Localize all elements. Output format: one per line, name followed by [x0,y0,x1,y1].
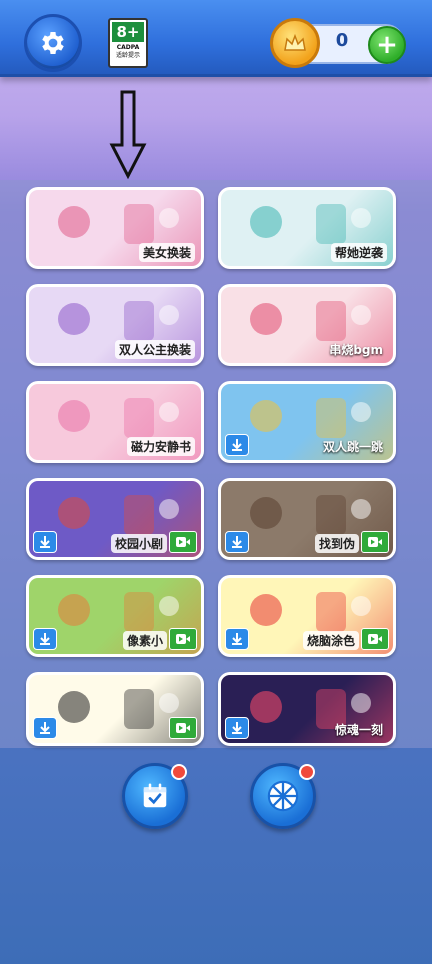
game-thumbnail: 帮她逆袭 [221,190,393,266]
gear-icon [42,32,64,54]
game-title: 惊魂一刻 [334,723,383,737]
download-icon[interactable] [33,628,57,650]
age-org: CADPA [116,44,140,51]
game-title: 找到伪 [314,534,359,553]
game-card[interactable]: 找到伪 [218,478,396,560]
game-title: 双人跳一跳 [322,440,383,454]
game-card[interactable] [26,672,204,746]
game-card[interactable]: 烧脑涂色 [218,575,396,657]
video-ad-icon[interactable] [169,628,197,650]
settings-button[interactable] [24,14,82,72]
video-ad-icon[interactable] [169,531,197,553]
game-card[interactable]: 校园小剧 [26,478,204,560]
download-icon[interactable] [225,434,249,456]
age-note: 适龄提示 [115,52,140,59]
download-icon[interactable] [225,717,249,739]
game-title: 校园小剧 [110,534,167,553]
game-thumbnail: 烧脑涂色 [221,578,393,654]
game-title: 帮她逆袭 [330,243,387,262]
game-thumbnail: 像素小 [29,578,201,654]
game-thumbnail: 美女换装 [29,190,201,266]
game-thumbnail: 双人跳一跳 [221,384,393,460]
down-arrow-icon [109,90,147,180]
download-icon[interactable] [225,531,249,553]
checkin-calendar-button[interactable] [122,763,188,829]
top-bar: 8+ CADPA 适龄提示 0 + [0,0,432,77]
video-ad-icon[interactable] [169,717,197,739]
game-thumbnail: 找到伪 [221,481,393,557]
notification-dot [171,764,187,780]
game-title: 双人公主换装 [114,340,195,359]
game-title: 烧脑涂色 [302,631,359,650]
game-card[interactable]: 惊魂一刻 [218,672,396,746]
game-thumbnail: 串烧bgm [221,287,393,363]
game-card[interactable]: 帮她逆袭 [218,187,396,269]
game-title: 磁力安静书 [126,437,195,456]
download-icon[interactable] [33,717,57,739]
game-title: 美女换装 [138,243,195,262]
game-thumbnail: 磁力安静书 [29,384,201,460]
download-icon[interactable] [33,531,57,553]
video-ad-icon[interactable] [361,531,389,553]
game-card[interactable]: 美女换装 [26,187,204,269]
lucky-wheel-button[interactable] [250,763,316,829]
add-coins-button[interactable]: + [368,26,406,64]
game-thumbnail: 惊魂一刻 [221,675,393,743]
game-card[interactable]: 磁力安静书 [26,381,204,463]
game-thumbnail [29,675,201,743]
download-icon[interactable] [225,628,249,650]
game-card[interactable]: 双人跳一跳 [218,381,396,463]
game-title: 串烧bgm [329,343,383,357]
game-title: 像素小 [122,631,167,650]
calendar-check-icon [143,783,167,808]
game-thumbnail: 双人公主换装 [29,287,201,363]
game-thumbnail: 校园小剧 [29,481,201,557]
age-rating-badge[interactable]: 8+ CADPA 适龄提示 [108,18,148,68]
notification-dot [299,764,315,780]
crown-coin-icon [270,18,320,68]
plus-icon: + [376,30,398,60]
game-card[interactable]: 像素小 [26,575,204,657]
video-ad-icon[interactable] [361,628,389,650]
wheel-icon [267,780,299,812]
game-card[interactable]: 串烧bgm [218,284,396,366]
coin-count: 0 [335,30,349,51]
age-rating: 8+ [112,22,144,42]
game-card[interactable]: 双人公主换装 [26,284,204,366]
